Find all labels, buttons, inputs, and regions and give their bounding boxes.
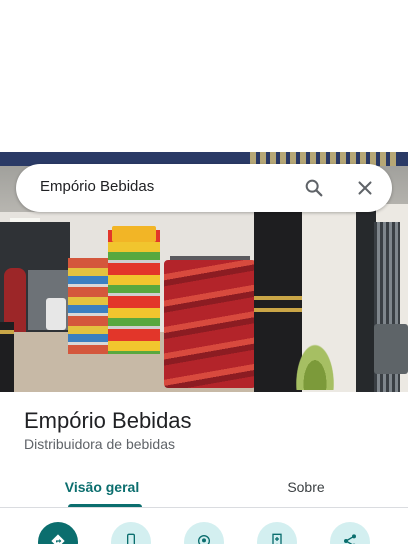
photo-pillar-stripe: [254, 308, 302, 312]
photo-pillar-stripe: [254, 296, 302, 300]
photo-ceiling-light: [10, 218, 40, 222]
photo-facade-column: [356, 204, 376, 392]
directions-icon: [51, 534, 65, 544]
place-title: Empório Bebidas: [24, 408, 192, 433]
search-button[interactable]: [298, 172, 330, 204]
place-category[interactable]: Distribuidora de bebidas: [24, 436, 175, 452]
photo-rack-sign: [112, 226, 156, 242]
directions-button[interactable]: [38, 522, 78, 544]
photo-feed-bags: [164, 260, 256, 388]
photo-chair: [46, 298, 66, 330]
photo-snack-rack: [68, 258, 112, 354]
photo-left-pillar-stripe: [0, 330, 14, 334]
photo-trash-bin: [374, 324, 408, 374]
close-icon: [358, 181, 372, 195]
save-button[interactable]: [257, 522, 297, 544]
photo-plant: [288, 328, 342, 390]
save-icon: [272, 533, 282, 544]
search-input[interactable]: Empório Bebidas: [40, 178, 154, 195]
location-icon: [198, 535, 210, 544]
photo-snack-rack: [108, 230, 160, 354]
action-buttons: [0, 522, 408, 544]
share-button[interactable]: [330, 522, 370, 544]
nearby-button[interactable]: [184, 522, 224, 544]
phone-icon: [127, 533, 135, 544]
search-bar[interactable]: Empório Bebidas: [16, 164, 392, 212]
share-icon: [344, 534, 356, 544]
tab-active-indicator: [68, 504, 142, 507]
tab-overview[interactable]: Visão geral: [0, 466, 204, 508]
clear-button[interactable]: [349, 172, 381, 204]
place-sheet: Empório Bebidas Empório Bebidas Distribu…: [0, 0, 408, 544]
tab-about[interactable]: Sobre: [204, 466, 408, 508]
call-button[interactable]: [111, 522, 151, 544]
tab-bar: Visão geral Sobre: [0, 466, 408, 508]
search-icon: [305, 179, 323, 197]
